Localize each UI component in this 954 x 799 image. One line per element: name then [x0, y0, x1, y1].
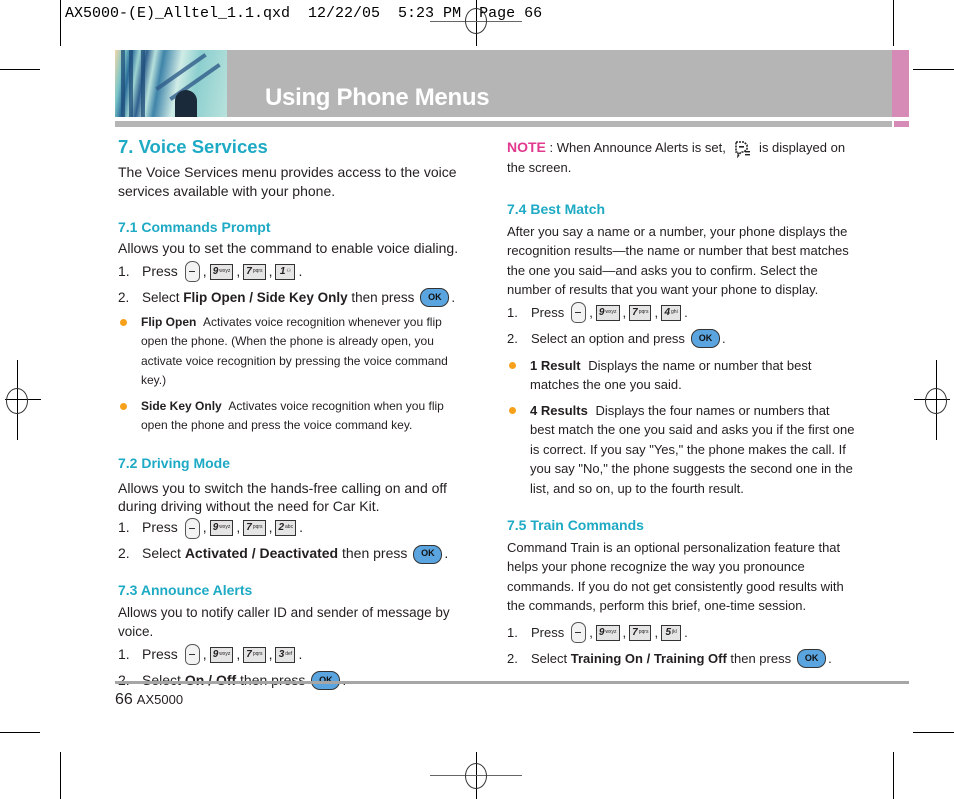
bullet-item: Side Key Only Activates voice recognitio…: [118, 397, 468, 436]
section-intro: The Voice Services menu provides access …: [118, 163, 457, 200]
page-footer: 66 AX5000: [115, 691, 183, 709]
key-5-icon: 5 jkl: [661, 624, 682, 641]
crop-mark: [893, 752, 894, 799]
left-column: 7. Voice Services The Voice Services men…: [118, 137, 468, 694]
key-7-icon: 7 pqrs: [243, 520, 266, 536]
note: NOTE : When Announce Alerts is set, is d…: [507, 139, 846, 175]
crop-mark: [60, 752, 61, 799]
step-1: 1. Press , 9 wxyz, 7 pqrs, 5 jkl.: [507, 620, 857, 646]
subsection-body: Allows you to set the command to enable …: [118, 240, 459, 256]
key-7-icon: 7 pqrs: [629, 624, 652, 641]
subsection-body: After you say a name or a number, your p…: [507, 223, 849, 298]
subsection-title: 7.5 Train Commands: [507, 517, 644, 533]
page-number: 66: [115, 691, 133, 708]
registration-mark: [465, 763, 487, 789]
subsection-title: 7.2 Driving Mode: [118, 454, 231, 471]
soft-key-icon: [184, 261, 200, 282]
bullet-icon: [509, 361, 516, 369]
registration-mark: [465, 8, 487, 34]
subsection-title: 7.1 Commands Prompt: [118, 218, 271, 235]
section-title: 7. Voice Services: [118, 136, 268, 157]
header-rule-accent: [894, 121, 909, 127]
ok-key-icon: OK: [690, 329, 720, 348]
footer-rule: [115, 681, 909, 684]
crop-mark: [913, 69, 954, 70]
ok-key-icon: OK: [413, 544, 443, 564]
ok-key-icon: OK: [420, 288, 450, 307]
subsection-title: 7.4 Best Match: [507, 201, 606, 217]
subsection-body: Allows you to notify caller ID and sende…: [118, 604, 450, 640]
soft-key-icon: [184, 517, 200, 539]
key-9-icon: 9 wxyz: [209, 263, 234, 280]
bullet-icon: [509, 406, 516, 414]
registration-mark: [925, 388, 947, 414]
key-2-icon: 2 abc: [275, 520, 297, 536]
key-7-icon: 7 pqrs: [243, 263, 266, 280]
step-1: 1. Press , 9 wxyz, 7 pqrs, 1 ⚇.: [118, 259, 468, 285]
key-1-icon: 1 ⚇: [275, 263, 296, 280]
ok-key-icon: OK: [797, 649, 827, 668]
key-3-icon: 3 def: [275, 646, 296, 663]
right-column: NOTE : When Announce Alerts is set, is d…: [507, 137, 857, 672]
soft-key-icon: [571, 622, 587, 643]
bullet-item: 4 Results Displays the four names or num…: [507, 401, 857, 499]
announce-alert-icon: [735, 140, 751, 158]
subsection-title: 7.3 Announce Alerts: [118, 582, 253, 598]
step-2: 2. Select Flip Open / Side Key Only then…: [118, 285, 468, 311]
model-name: AX5000: [136, 692, 184, 707]
key-9-icon: 9 wxyz: [209, 646, 234, 663]
key-9-icon: 9 wxyz: [209, 520, 234, 536]
key-7-icon: 7 pqrs: [629, 304, 652, 321]
subsection-body: Allows you to switch the hands-free call…: [118, 480, 447, 514]
bullet-item: Flip Open Activates voice recognition wh…: [118, 313, 468, 391]
header-rule: [115, 121, 892, 127]
crop-mark: [913, 732, 954, 733]
page-title: Using Phone Menus: [265, 84, 490, 111]
soft-key-icon: [571, 302, 587, 323]
step-1: 1. Press , 9 wxyz, 7 pqrs, 2 abc.: [118, 515, 468, 541]
soft-key-icon: [184, 644, 200, 665]
key-9-icon: 9 wxyz: [595, 304, 620, 321]
registration-mark: [6, 388, 28, 414]
crop-mark: [0, 69, 40, 70]
key-7-icon: 7 pqrs: [243, 646, 266, 663]
step-1: 1. Press , 9 wxyz, 7 pqrs, 3 def.: [118, 642, 468, 668]
key-9-icon: 9 wxyz: [595, 624, 620, 641]
step-2: 2. Select Activated / Deactivated then p…: [118, 541, 468, 567]
crop-mark: [893, 0, 894, 46]
bullet-icon: [120, 402, 127, 410]
key-4-icon: 4 ghi: [661, 304, 682, 321]
bullet-icon: [120, 318, 127, 326]
header-photo: [115, 50, 227, 117]
step-2: 2. Select Training On / Training Off the…: [507, 646, 857, 672]
step-1: 1. Press , 9 wxyz, 7 pqrs, 4 ghi.: [507, 300, 857, 326]
subsection-body: Command Train is an optional personaliza…: [507, 539, 844, 614]
header-accent: [892, 50, 909, 117]
step-2: 2. Select an option and press OK.: [507, 326, 857, 352]
crop-mark: [0, 732, 40, 733]
header-banner: [115, 50, 892, 117]
crop-mark: [60, 0, 61, 46]
note-label: NOTE: [507, 139, 546, 155]
bullet-item: 1 Result Displays the name or number tha…: [507, 356, 857, 395]
